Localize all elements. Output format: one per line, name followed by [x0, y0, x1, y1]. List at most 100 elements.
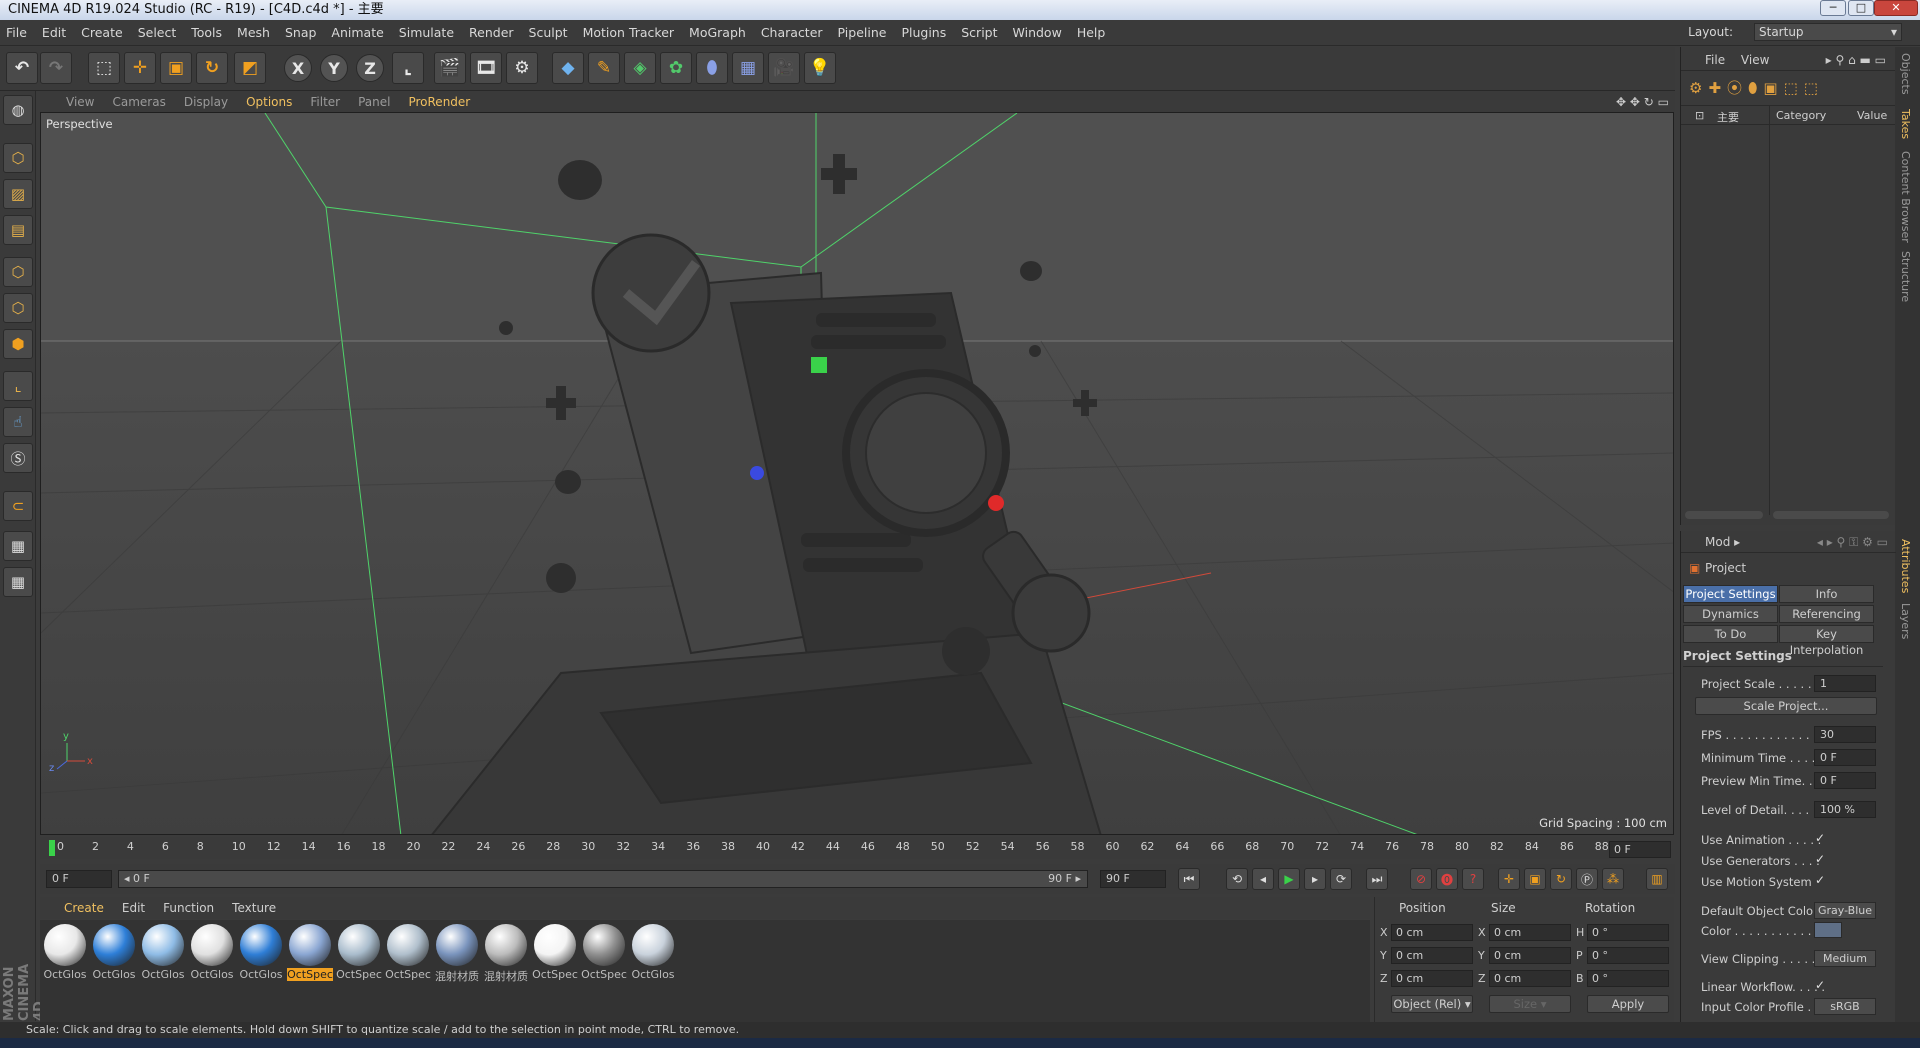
tab-key-interpolation[interactable]: Key Interpolation: [1779, 625, 1874, 657]
render-view-icon[interactable]: 🎬: [434, 52, 466, 84]
live-select-icon[interactable]: ⬚: [88, 52, 120, 84]
fps-field[interactable]: 30: [1814, 726, 1876, 743]
axis-mode-icon[interactable]: ⌞: [3, 371, 33, 401]
material-swatch[interactable]: 混射材质: [483, 924, 529, 986]
timeline-icon[interactable]: ▥: [1646, 868, 1668, 890]
autokey-icon[interactable]: ⓿: [1436, 868, 1458, 890]
material-swatch[interactable]: OctSpec: [385, 924, 431, 986]
viewport-nav-icons[interactable]: ✥ ✥ ↻ ▭: [1616, 95, 1669, 109]
key-position-icon[interactable]: ✛: [1498, 868, 1520, 890]
minimize-button[interactable]: ─: [1820, 0, 1846, 16]
snap-icon[interactable]: Ⓢ: [3, 443, 33, 473]
playhead[interactable]: [49, 840, 55, 856]
viewport-menu-panel[interactable]: Panel: [358, 95, 390, 109]
polygons-mode-icon[interactable]: ⬢: [3, 329, 33, 359]
material-swatch[interactable]: OctSpec: [532, 924, 578, 986]
play-icon[interactable]: ▶: [1278, 868, 1300, 890]
object-toolbar-row[interactable]: ⚙✚⦿⬮▣⬚⬚: [1689, 77, 1824, 98]
size-mode-dropdown[interactable]: Size ▾: [1489, 995, 1571, 1013]
menu-item[interactable]: Snap: [285, 25, 316, 40]
cube-icon[interactable]: ◆: [552, 52, 584, 84]
tab-attributes[interactable]: Attributes: [1899, 539, 1912, 593]
previous-frame-icon[interactable]: ◂: [1252, 868, 1274, 890]
subdivision-icon[interactable]: ◈: [624, 52, 656, 84]
timeline-ruler[interactable]: 0 2 4 6 8 10 12 14 16 18 20 22 24 26 28 30 32 34 36 38 40 42 4…: [40, 837, 1644, 859]
tab-content-browser[interactable]: Content Browser: [1899, 151, 1912, 243]
color-swatch[interactable]: [1814, 922, 1842, 938]
apply-button[interactable]: Apply: [1587, 995, 1669, 1013]
next-frame-icon[interactable]: ▸: [1304, 868, 1326, 890]
tab-referencing[interactable]: Referencing: [1779, 605, 1874, 623]
menu-item[interactable]: Pipeline: [838, 25, 887, 40]
material-swatch[interactable]: OctGlos: [189, 924, 235, 986]
3d-viewport[interactable]: y x z Perspective Grid Spacing : 100 cm: [40, 112, 1674, 835]
end-frame-field[interactable]: 90 F: [1100, 870, 1166, 888]
range-slider[interactable]: ◂ 0 F 90 F ▸: [118, 870, 1088, 888]
rotate-icon[interactable]: ↻: [196, 52, 228, 84]
linear-workflow-checkbox[interactable]: ✓: [1815, 978, 1825, 992]
object-toolbar-icons[interactable]: ▸ ⚲ ⌂ ▬ ▭: [1826, 53, 1886, 67]
use-motion-system-checkbox[interactable]: ✓: [1815, 873, 1825, 887]
size-x-field[interactable]: 0 cm: [1489, 924, 1571, 941]
material-swatch[interactable]: OctGlos: [238, 924, 284, 986]
undo-icon[interactable]: ↶: [6, 52, 38, 84]
viewport-menu-display[interactable]: Display: [184, 95, 228, 109]
camera-icon[interactable]: 🎥: [768, 52, 800, 84]
light-icon[interactable]: 💡: [804, 52, 836, 84]
pos-y-field[interactable]: 0 cm: [1391, 947, 1473, 964]
material-swatch[interactable]: OctSpec: [336, 924, 382, 986]
rot-p-field[interactable]: 0 °: [1587, 947, 1669, 964]
material-swatch[interactable]: OctGlos: [91, 924, 137, 986]
deformer-icon[interactable]: ⬮: [696, 52, 728, 84]
menu-item[interactable]: Script: [961, 25, 997, 40]
object-menu-view[interactable]: View: [1741, 53, 1769, 67]
tab-takes[interactable]: Takes: [1899, 109, 1912, 139]
menu-item[interactable]: Select: [138, 25, 177, 40]
recent-tool-icon[interactable]: ◩: [234, 52, 266, 84]
menu-item[interactable]: MoGraph: [689, 25, 746, 40]
menu-item[interactable]: Simulate: [399, 25, 454, 40]
workplane-mode-icon[interactable]: ▤: [3, 215, 33, 245]
maximize-button[interactable]: □: [1848, 0, 1874, 16]
next-key-icon[interactable]: ⟳: [1330, 868, 1352, 890]
scale-project-button[interactable]: Scale Project...: [1695, 697, 1877, 715]
key-pla-icon[interactable]: ⁂: [1602, 868, 1624, 890]
size-z-field[interactable]: 0 cm: [1489, 970, 1571, 987]
material-menu-create[interactable]: Create: [64, 901, 104, 915]
menu-item[interactable]: Character: [761, 25, 823, 40]
tab-info[interactable]: Info: [1779, 585, 1874, 603]
menu-item[interactable]: Sculpt: [529, 25, 568, 40]
material-menu-texture[interactable]: Texture: [232, 901, 276, 915]
scale-icon[interactable]: ▣: [160, 52, 192, 84]
z-axis-icon[interactable]: Z: [356, 54, 384, 82]
rot-h-field[interactable]: 0 °: [1587, 924, 1669, 941]
material-swatch[interactable]: 混射材质: [434, 924, 480, 986]
use-generators-checkbox[interactable]: ✓: [1815, 852, 1825, 866]
x-axis-icon[interactable]: X: [284, 54, 312, 82]
pos-z-field[interactable]: 0 cm: [1391, 970, 1473, 987]
coordinate-system-icon[interactable]: ⌞: [392, 52, 424, 84]
tweak-mode-icon[interactable]: ☝: [3, 407, 33, 437]
tab-objects[interactable]: Objects: [1899, 53, 1912, 95]
tab-structure[interactable]: Structure: [1899, 251, 1912, 302]
render-settings-icon[interactable]: ⚙: [506, 52, 538, 84]
object-menu-file[interactable]: File: [1705, 53, 1725, 67]
menu-item[interactable]: Plugins: [901, 25, 946, 40]
current-frame-field[interactable]: 0 F: [1609, 841, 1671, 858]
tab-to-do[interactable]: To Do: [1683, 625, 1778, 643]
coordinate-mode-dropdown[interactable]: Object (Rel) ▾: [1391, 995, 1473, 1013]
size-y-field[interactable]: 0 cm: [1489, 947, 1571, 964]
floor-icon[interactable]: ▦: [732, 52, 764, 84]
key-scale-icon[interactable]: ▣: [1524, 868, 1546, 890]
key-param-icon[interactable]: Ⓟ: [1576, 868, 1598, 890]
level-of-detail-field[interactable]: 100 %: [1814, 801, 1876, 818]
magnet-icon[interactable]: ⊂: [3, 491, 33, 521]
pen-spline-icon[interactable]: ✎: [588, 52, 620, 84]
input-color-profile-dropdown[interactable]: sRGB: [1814, 998, 1876, 1015]
rot-b-field[interactable]: 0 °: [1587, 970, 1669, 987]
view-clipping-dropdown[interactable]: Medium: [1814, 950, 1876, 967]
workplane-icon[interactable]: ▦: [3, 567, 33, 597]
go-to-start-icon[interactable]: ⏮: [1178, 868, 1200, 890]
viewport-menu-view[interactable]: View: [66, 95, 94, 109]
close-button[interactable]: ✕: [1874, 0, 1918, 16]
